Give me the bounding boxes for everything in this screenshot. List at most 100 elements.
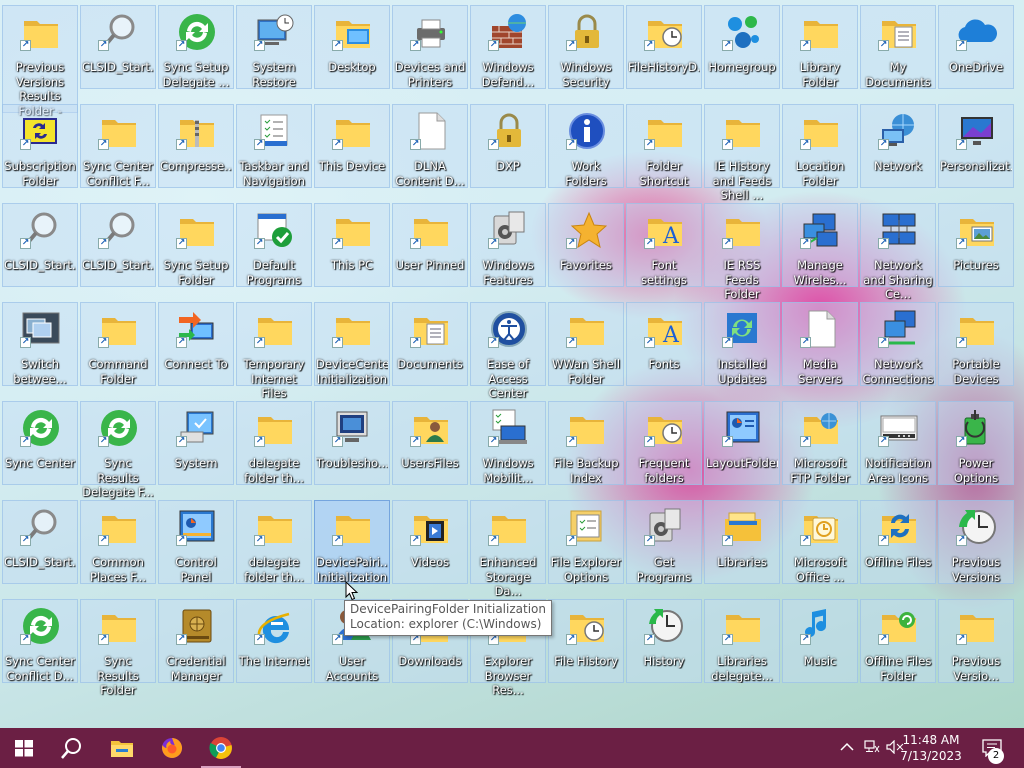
desktop-icon-sync-setup-delegate[interactable]: ↗ Sync Setup Delegate ... bbox=[158, 5, 234, 89]
desktop-icon-fonts[interactable]: A ↗ Fonts bbox=[626, 302, 702, 386]
desktop-icon-frequent-folders[interactable]: ↗ Frequent folders bbox=[626, 401, 702, 485]
desktop-icon-portable-devices[interactable]: ↗ Portable Devices bbox=[938, 302, 1014, 386]
desktop-icon-ie-rss-feeds-folder[interactable]: ↗ IE RSS Feeds Folder bbox=[704, 203, 780, 301]
desktop-icon-devices-and-printers[interactable]: ↗ Devices and Printers bbox=[392, 5, 468, 89]
desktop-icon-windows-mobilit[interactable]: ↗ Windows Mobilit... bbox=[470, 401, 546, 485]
desktop-icon-clsid-start[interactable]: ↗ CLSID_Start... bbox=[2, 203, 78, 287]
desktop-icon-subscription-folder[interactable]: ↗ Subscription Folder bbox=[2, 104, 78, 188]
desktop-icon-windows-security[interactable]: ↗ Windows Security bbox=[548, 5, 624, 89]
desktop-icon-library-folder[interactable]: ↗ Library Folder bbox=[782, 5, 858, 89]
desktop-icon-offline-files-folder[interactable]: ↗ Offline Files Folder bbox=[860, 599, 936, 683]
desktop-icon-documents[interactable]: ↗ Documents bbox=[392, 302, 468, 386]
desktop-icon-sync-results-delegate-f[interactable]: ↗ Sync Results Delegate F... bbox=[80, 401, 156, 499]
desktop-icon-libraries[interactable]: ↗ Libraries bbox=[704, 500, 780, 584]
desktop-icon-favorites[interactable]: ↗ Favorites bbox=[548, 203, 624, 287]
desktop-icon-label: File Backup Index bbox=[553, 456, 619, 485]
desktop-icon-sync-results-folder[interactable]: ↗ Sync Results Folder bbox=[80, 599, 156, 697]
desktop-icon-sync-center-conflict-d[interactable]: ↗ Sync Center Conflict D... bbox=[2, 599, 78, 683]
desktop-icon-network[interactable]: ↗ Network bbox=[860, 104, 936, 188]
desktop-icon-connect-to[interactable]: ↗ Connect To bbox=[158, 302, 234, 386]
desktop-icon-ie-history-and-feeds-shell[interactable]: ↗ IE History and Feeds Shell ... bbox=[704, 104, 780, 202]
desktop-icon-location-folder[interactable]: ↗ Location Folder bbox=[782, 104, 858, 188]
desktop-icon-offline-files[interactable]: ↗ Offline Files bbox=[860, 500, 936, 584]
desktop-icon-switch-betwee[interactable]: ↗ Switch betwee... bbox=[2, 302, 78, 386]
desktop-icon-devicepairi-initialization[interactable]: ↗ DevicePairi... Initialization bbox=[314, 500, 390, 584]
taskbar-chrome[interactable] bbox=[197, 728, 245, 768]
desktop-icon-common-places-f[interactable]: ↗ Common Places F... bbox=[80, 500, 156, 584]
desktop-icon-homegroup[interactable]: ↗ Homegroup bbox=[704, 5, 780, 89]
desktop-icon-file-explorer-options[interactable]: ↗ File Explorer Options bbox=[548, 500, 624, 584]
network-tray-button[interactable] bbox=[862, 728, 882, 768]
desktop-icon-clsid-start[interactable]: ↗ CLSID_Start... bbox=[2, 500, 78, 584]
desktop-icon-onedrive[interactable]: ↗ OneDrive bbox=[938, 5, 1014, 89]
desktop-icon-desktop[interactable]: ↗ Desktop bbox=[314, 5, 390, 89]
desktop-icon-wwan-shell-folder[interactable]: ↗ WWan Shell Folder bbox=[548, 302, 624, 386]
desktop-icon-font-settings[interactable]: A ↗ Font settings bbox=[626, 203, 702, 287]
desktop-icon-manage-wireles[interactable]: ↗ Manage Wireles... bbox=[782, 203, 858, 287]
desktop-icon-control-panel[interactable]: ↗ Control Panel bbox=[158, 500, 234, 584]
desktop-icon-network-and-sharing-ce[interactable]: ↗ Network and Sharing Ce... bbox=[860, 203, 936, 301]
desktop-icon-libraries-delegate[interactable]: ↗ Libraries delegate... bbox=[704, 599, 780, 683]
desktop-icon-clsid-start[interactable]: ↗ CLSID_Start... bbox=[80, 5, 156, 89]
taskbar-firefox[interactable] bbox=[148, 728, 196, 768]
desktop-icon-windows-defend[interactable]: ↗ Windows Defend... bbox=[470, 5, 546, 89]
desktop-icon-power-options[interactable]: ↗ Power Options bbox=[938, 401, 1014, 485]
desktop-icon-videos[interactable]: ↗ Videos bbox=[392, 500, 468, 584]
desktop-icon-taskbar-and-navigation[interactable]: ↗ Taskbar and Navigation bbox=[236, 104, 312, 188]
taskbar-file-explorer[interactable] bbox=[98, 728, 146, 768]
desktop-icon-sync-center-conflict-f[interactable]: ↗ Sync Center Conflict F... bbox=[80, 104, 156, 188]
desktop-icon-ease-of-access-center[interactable]: ↗ Ease of Access Center bbox=[470, 302, 546, 400]
desktop-icon-this-device[interactable]: ↗ This Device bbox=[314, 104, 390, 188]
desktop-icon-dlna-content-d[interactable]: ↗ DLNA Content D... bbox=[392, 104, 468, 188]
desktop-icon-system-restore[interactable]: ↗ System Restore bbox=[236, 5, 312, 89]
desktop-icon-folder-shortcut[interactable]: ↗ Folder Shortcut bbox=[626, 104, 702, 188]
desktop-icon-microsoft-ftp-folder[interactable]: ↗ Microsoft FTP Folder bbox=[782, 401, 858, 485]
desktop-icon-pictures[interactable]: ↗ Pictures bbox=[938, 203, 1014, 287]
desktop-icon-this-pc[interactable]: ↗ This PC bbox=[314, 203, 390, 287]
desktop-icon-file-backup-index[interactable]: ↗ File Backup Index bbox=[548, 401, 624, 485]
desktop-icon-delegate-folder-th[interactable]: ↗ delegate folder th... bbox=[236, 401, 312, 485]
taskbar-clock[interactable]: 11:48 AM 7/13/2023 bbox=[896, 732, 966, 764]
desktop-icon-layoutfolder[interactable]: ↗ LayoutFolder bbox=[704, 401, 780, 485]
desktop-icon-label: Favorites bbox=[560, 258, 612, 272]
desktop-icon-sync-setup-folder[interactable]: ↗ Sync Setup Folder bbox=[158, 203, 234, 287]
desktop-icon-dxp[interactable]: ↗ DXP bbox=[470, 104, 546, 188]
desktop-icon-get-programs[interactable]: ↗ Get Programs bbox=[626, 500, 702, 584]
desktop-icon-windows-features[interactable]: ↗ Windows Features bbox=[470, 203, 546, 287]
desktop-icon-troublesho[interactable]: ↗ Troublesho... bbox=[314, 401, 390, 485]
desktop-icon-previous-versio[interactable]: ↗ Previous Versio... bbox=[938, 599, 1014, 683]
desktop-icon-history[interactable]: ↗ History bbox=[626, 599, 702, 683]
desktop-icon-sync-center[interactable]: ↗ Sync Center bbox=[2, 401, 78, 485]
desktop-icon-media-servers[interactable]: ↗ Media Servers bbox=[782, 302, 858, 386]
shortcut-arrow-icon: ↗ bbox=[722, 634, 733, 645]
desktop-icon-file-history[interactable]: ↗ File History bbox=[548, 599, 624, 683]
show-hidden-icons-button[interactable] bbox=[838, 728, 856, 768]
desktop-icon-work-folders[interactable]: ↗ Work Folders bbox=[548, 104, 624, 188]
start-button[interactable] bbox=[0, 728, 48, 768]
desktop-icon-my-documents[interactable]: ↗ My Documents bbox=[860, 5, 936, 89]
desktop-icon-usersfiles[interactable]: ↗ UsersFiles bbox=[392, 401, 468, 485]
desktop-icon-network-connections[interactable]: ↗ Network Connections bbox=[860, 302, 936, 386]
desktop-icon-microsoft-office[interactable]: ↗ Microsoft Office ... bbox=[782, 500, 858, 584]
desktop-icon-devicecenter-initialization[interactable]: ↗ DeviceCenter Initialization bbox=[314, 302, 390, 386]
desktop-icon-credential-manager[interactable]: ↗ Credential Manager bbox=[158, 599, 234, 683]
desktop-icon-default-programs[interactable]: ↗ Default Programs bbox=[236, 203, 312, 287]
desktop-icon-clsid-start[interactable]: ↗ CLSID_Start... bbox=[80, 203, 156, 287]
desktop-icon-system[interactable]: ↗ System bbox=[158, 401, 234, 485]
search-button[interactable] bbox=[48, 728, 96, 768]
desktop-icon-music[interactable]: ↗ Music bbox=[782, 599, 858, 683]
desktop-icon-previous-versions[interactable]: ↗ Previous Versions bbox=[938, 500, 1014, 584]
desktop-icon-personalizat[interactable]: ↗ Personalizat... bbox=[938, 104, 1014, 188]
desktop-icon-previous-versions-results-folder-copy[interactable]: ↗Previous Versions Results Folder - Copy bbox=[2, 5, 78, 132]
desktop-icon-notification-area-icons[interactable]: ↗ Notification Area Icons bbox=[860, 401, 936, 485]
shortcut-arrow-icon: ↗ bbox=[800, 139, 811, 150]
desktop-icon-command-folder[interactable]: ↗ Command Folder bbox=[80, 302, 156, 386]
desktop-icon-the-internet[interactable]: ↗ The Internet bbox=[236, 599, 312, 683]
desktop-icon-installed-updates[interactable]: ↗ Installed Updates bbox=[704, 302, 780, 386]
desktop-icon-filehistoryd[interactable]: ↗ FileHistoryD... bbox=[626, 5, 702, 89]
desktop-icon-user-pinned[interactable]: ↗ User Pinned bbox=[392, 203, 468, 287]
desktop-icon-compresse[interactable]: ↗ Compresse... bbox=[158, 104, 234, 188]
desktop-icon-delegate-folder-th[interactable]: ↗ delegate folder th... bbox=[236, 500, 312, 584]
desktop-icon-enhanced-storage-da[interactable]: ↗ Enhanced Storage Da... bbox=[470, 500, 546, 598]
desktop-icon-temporary-internet-files[interactable]: ↗ Temporary Internet Files bbox=[236, 302, 312, 400]
